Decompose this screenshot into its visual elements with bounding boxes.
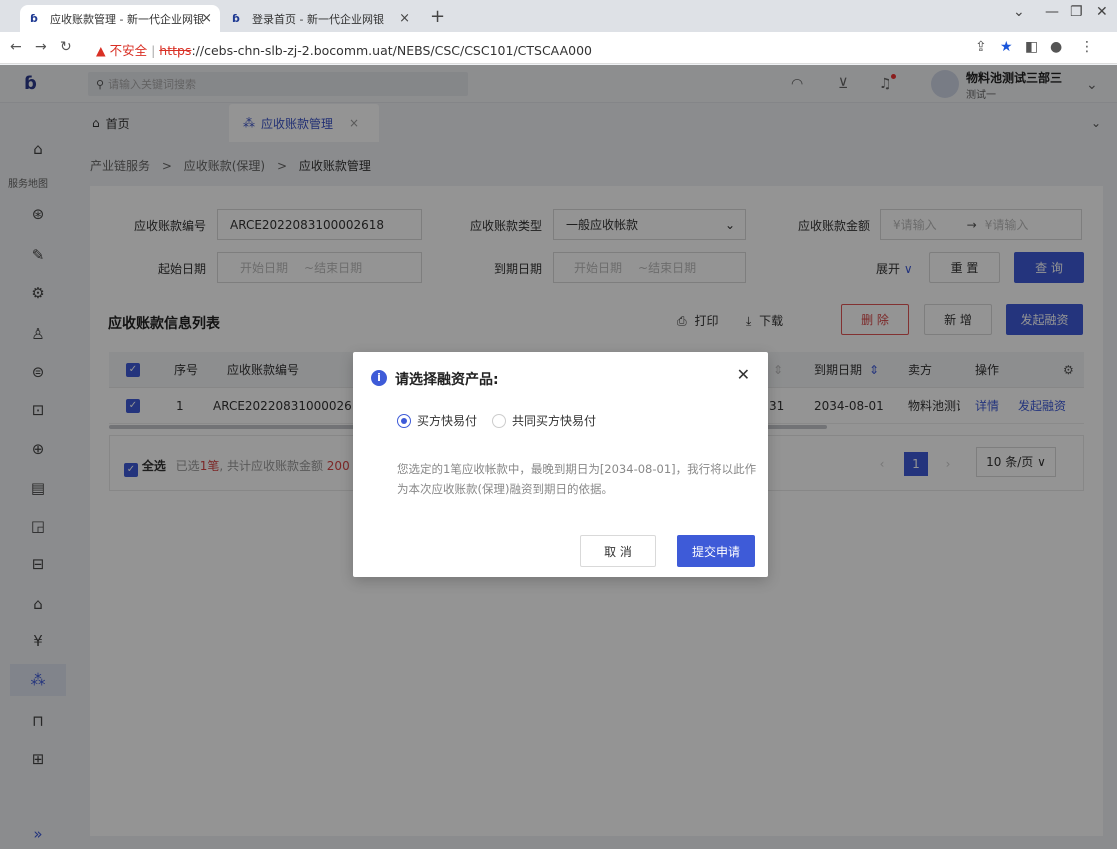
minimize-icon[interactable]: —	[1045, 4, 1059, 20]
radio-checked-icon	[397, 413, 411, 428]
tab-title: 应收账款管理 - 新一代企业网银	[50, 12, 204, 26]
close-icon[interactable]: ×	[399, 11, 410, 26]
radio-unchecked-icon	[492, 413, 506, 428]
submit-button[interactable]: 提交申请	[677, 535, 755, 567]
radio-label: 买方快易付	[417, 414, 478, 428]
bank-logo-icon: ɓ	[232, 11, 240, 25]
radio-label: 共同买方快易付	[512, 414, 597, 428]
menu-kebab-icon[interactable]: ⋮	[1080, 39, 1094, 55]
bank-logo-icon: ɓ	[30, 11, 38, 25]
radio-joint-buyer-quickpay[interactable]: 共同买方快易付	[492, 412, 596, 429]
url-field[interactable]: ▲ 不安全 | https://cebs-chn-slb-zj-2.bocomm…	[96, 40, 592, 59]
finance-product-dialog: i 请选择融资产品: ✕ 买方快易付 共同买方快易付 您选定的1笔应收帐款中，最…	[353, 352, 768, 577]
side-panel-icon[interactable]: ◧	[1025, 39, 1038, 55]
window-close-icon[interactable]: ✕	[1096, 4, 1108, 20]
radio-buyer-quickpay[interactable]: 买方快易付	[397, 412, 477, 429]
reload-icon[interactable]: ↻	[60, 39, 72, 55]
browser-tab-active[interactable]: ɓ 应收账款管理 - 新一代企业网银 ×	[20, 5, 220, 32]
insecure-warning[interactable]: ▲ 不安全	[96, 43, 147, 58]
tab-search-icon[interactable]: ⌄	[1013, 4, 1025, 20]
close-icon[interactable]: ×	[201, 11, 212, 26]
close-icon[interactable]: ✕	[737, 365, 750, 384]
new-tab-button[interactable]: +	[430, 6, 445, 27]
cancel-button[interactable]: 取 消	[580, 535, 656, 567]
url-scheme: https	[159, 43, 192, 58]
address-bar: ← → ↻ ▲ 不安全 | https://cebs-chn-slb-zj-2.…	[0, 32, 1117, 64]
forward-icon[interactable]: →	[35, 39, 47, 55]
restore-icon[interactable]: ❐	[1070, 4, 1083, 20]
back-icon[interactable]: ←	[10, 39, 22, 55]
browser-tabbar: ɓ 应收账款管理 - 新一代企业网银 × ɓ 登录首页 - 新一代企业网银 × …	[0, 0, 1117, 32]
tab-title: 登录首页 - 新一代企业网银	[252, 12, 384, 26]
info-icon: i	[371, 370, 387, 386]
browser-tab[interactable]: ɓ 登录首页 - 新一代企业网银 ×	[222, 5, 418, 32]
url-path: ://cebs-chn-slb-zj-2.bocomm.uat/NEBS/CSC…	[191, 43, 592, 58]
bookmark-star-icon[interactable]: ★	[1000, 39, 1013, 55]
share-icon[interactable]: ⇪	[975, 39, 987, 55]
profile-icon[interactable]: ●	[1050, 39, 1062, 55]
dialog-description: 您选定的1笔应收帐款中，最晚到期日为[2034-08-01]，我行将以此作为本次…	[397, 462, 757, 496]
dialog-title: 请选择融资产品:	[395, 372, 499, 388]
